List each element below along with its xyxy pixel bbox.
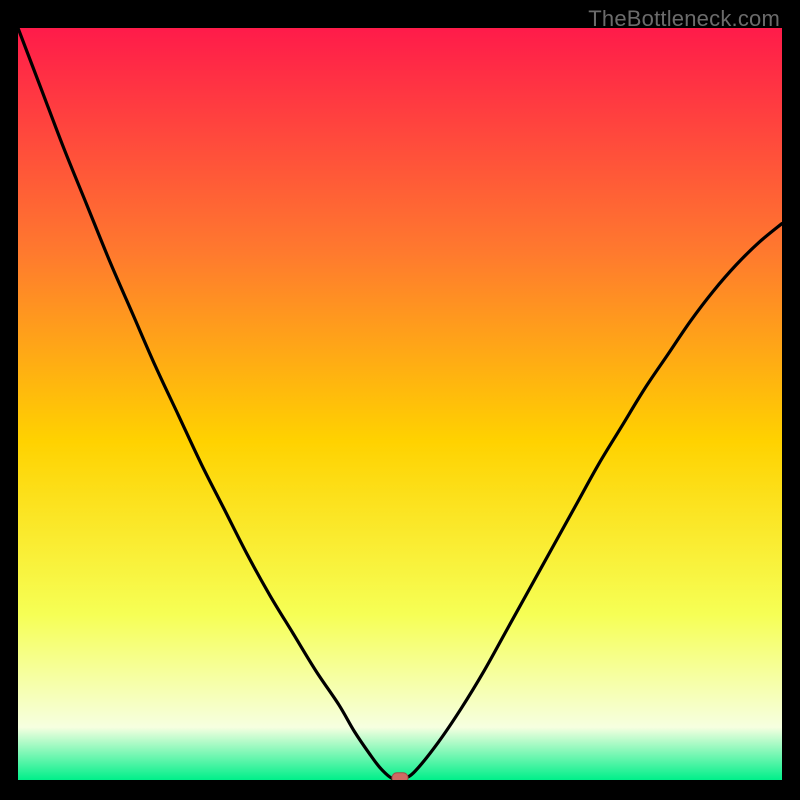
- chart-plot-area: [18, 28, 782, 780]
- chart-svg: [18, 28, 782, 780]
- optimal-point-marker: [392, 773, 408, 780]
- chart-frame: TheBottleneck.com: [0, 0, 800, 800]
- gradient-background: [18, 28, 782, 780]
